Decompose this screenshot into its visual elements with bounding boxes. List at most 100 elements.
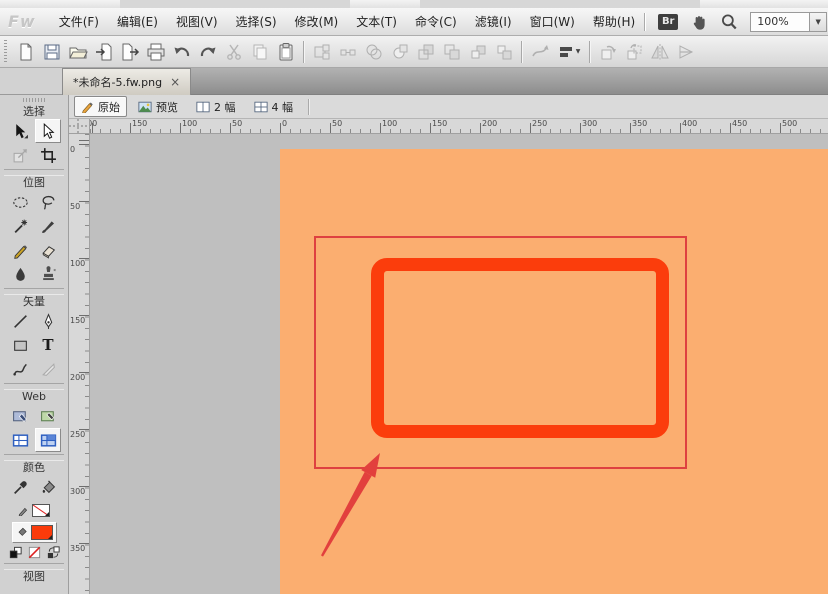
undo-button[interactable] — [169, 39, 195, 65]
toolbar-separator — [589, 41, 591, 63]
toolbar-grip[interactable] — [4, 40, 7, 64]
eyedropper-tool[interactable] — [7, 475, 33, 499]
swap-colors-button[interactable] — [46, 545, 61, 560]
menubar-separator — [644, 13, 646, 31]
magic-wand-tool[interactable] — [7, 214, 33, 238]
v-ruler-label: 100 — [70, 260, 85, 268]
rectangle-tool[interactable] — [7, 333, 33, 357]
paste-button[interactable] — [273, 39, 299, 65]
menu-select[interactable]: 选择(S) — [227, 9, 286, 34]
bring-forward-button — [465, 39, 491, 65]
menu-view[interactable]: 视图(V) — [167, 9, 227, 34]
import-button[interactable] — [91, 39, 117, 65]
menu-window[interactable]: 窗口(W) — [521, 9, 584, 34]
section-web-label: Web — [0, 390, 68, 404]
redo-button[interactable] — [195, 39, 221, 65]
align-dropdown-button[interactable]: ▼ — [553, 39, 585, 65]
menu-bar: Fw 文件(F) 编辑(E) 视图(V) 选择(S) 修改(M) 文本(T) 命… — [0, 8, 828, 36]
export-button[interactable] — [117, 39, 143, 65]
lasso-tool[interactable] — [35, 190, 61, 214]
hand-tool-icon[interactable] — [690, 13, 708, 31]
scale-tool — [7, 143, 33, 167]
tab-bar-filler — [191, 68, 828, 95]
blur-tool[interactable] — [7, 262, 33, 286]
v-ruler-label: 150 — [70, 317, 85, 325]
horizontal-ruler[interactable]: 2001501005005010015020025030035040045050… — [90, 119, 828, 134]
fireworks-logo: Fw — [8, 12, 36, 31]
open-button[interactable] — [65, 39, 91, 65]
document-tab[interactable]: *未命名-5.fw.png × — [62, 68, 191, 95]
send-backward-button — [491, 39, 517, 65]
h-ruler-label: 400 — [682, 120, 697, 128]
pencil-tool[interactable] — [7, 238, 33, 262]
marquee-tool[interactable] — [7, 190, 33, 214]
crop-tool[interactable] — [35, 143, 61, 167]
view-mode-strip: 原始 预览 2 幅 4 幅 — [69, 95, 828, 119]
v-ruler-label: 300 — [70, 488, 85, 496]
section-view-label: 视图 — [0, 570, 68, 584]
stroke-color-well[interactable] — [32, 504, 50, 517]
fill-color-dropdown — [48, 535, 52, 539]
v-ruler-label: 0 — [70, 146, 75, 154]
paint-bucket-tool[interactable] — [35, 475, 61, 499]
pointer-tool[interactable] — [7, 119, 33, 143]
toolbar-separator — [303, 41, 305, 63]
menu-edit[interactable]: 编辑(E) — [108, 9, 167, 34]
fill-color-well[interactable] — [31, 525, 53, 540]
print-button[interactable] — [143, 39, 169, 65]
no-color-button[interactable] — [27, 545, 42, 560]
toolbar-separator — [521, 41, 523, 63]
vertical-ruler[interactable]: 050100150200250300350400 — [69, 134, 90, 594]
v-ruler-label: 200 — [70, 374, 85, 382]
menu-modify[interactable]: 修改(M) — [286, 9, 348, 34]
view-preview-button[interactable]: 预览 — [131, 96, 185, 117]
zoom-level-combo[interactable]: 100% ▼ — [750, 12, 827, 32]
tools-panel: 选择 位图 矢量 — [0, 95, 69, 594]
view-original-button[interactable]: 原始 — [74, 96, 127, 117]
tab-close-icon[interactable]: × — [170, 75, 180, 89]
align-dropdown-arrow: ▼ — [576, 48, 581, 55]
default-colors-button[interactable] — [8, 545, 23, 560]
menu-filters[interactable]: 滤镜(I) — [466, 9, 521, 34]
stroke-pencil-icon — [18, 505, 29, 516]
ruler-origin-corner[interactable] — [69, 119, 90, 134]
v-ruler-label: 350 — [70, 545, 85, 553]
main-toolbar: ▼ — [0, 36, 828, 68]
menu-file[interactable]: 文件(F) — [50, 9, 108, 34]
hide-slices-button[interactable] — [7, 428, 33, 452]
view-4up-button[interactable]: 4 幅 — [247, 96, 301, 117]
panel-divider — [4, 563, 64, 570]
hotspot-tool[interactable] — [7, 404, 33, 428]
h-ruler-label: 150 — [132, 120, 147, 128]
fireworks-window: Fw 文件(F) 编辑(E) 视图(V) 选择(S) 修改(M) 文本(T) 命… — [0, 0, 828, 594]
freeform-tool[interactable] — [7, 357, 33, 381]
freeform-path-button — [527, 39, 553, 65]
magnifier-icon[interactable] — [720, 13, 738, 31]
save-button[interactable] — [39, 39, 65, 65]
tools-panel-grip[interactable] — [0, 95, 68, 105]
flip-horizontal-button — [647, 39, 673, 65]
bridge-button[interactable]: Br — [658, 14, 678, 30]
section-vector-label: 矢量 — [0, 295, 68, 309]
annotation-arrow — [305, 444, 395, 584]
text-tool[interactable]: T — [35, 333, 61, 357]
document-tab-title: *未命名-5.fw.png — [73, 74, 162, 90]
show-slices-button[interactable] — [35, 428, 61, 452]
brush-tool[interactable] — [35, 214, 61, 238]
menu-commands[interactable]: 命令(C) — [406, 9, 466, 34]
line-tool[interactable] — [7, 309, 33, 333]
pen-tool[interactable] — [35, 309, 61, 333]
zoom-dropdown-button[interactable]: ▼ — [809, 13, 826, 31]
workspace — [90, 134, 828, 594]
view-2up-button[interactable]: 2 幅 — [189, 96, 243, 117]
menu-help[interactable]: 帮助(H) — [584, 9, 644, 34]
subselection-tool[interactable] — [35, 119, 61, 143]
rubber-stamp-tool[interactable] — [35, 262, 61, 286]
eraser-tool[interactable] — [35, 238, 61, 262]
h-ruler-label: 100 — [382, 120, 397, 128]
new-document-button[interactable] — [13, 39, 39, 65]
slice-tool[interactable] — [35, 404, 61, 428]
drawn-rectangle[interactable] — [371, 258, 669, 438]
menu-text[interactable]: 文本(T) — [347, 9, 406, 34]
stroke-color-row — [0, 499, 68, 521]
